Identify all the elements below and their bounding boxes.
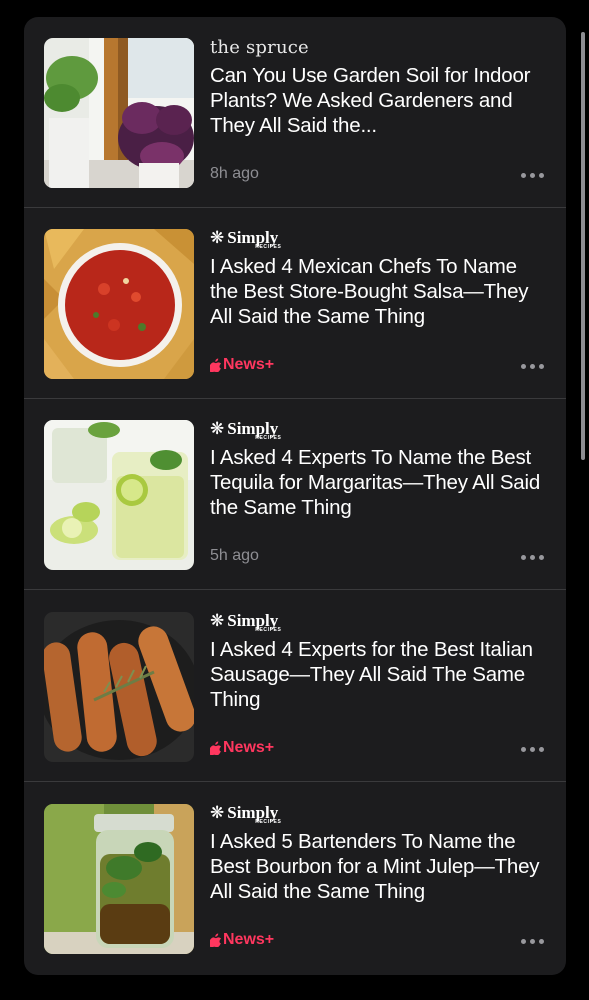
dot-icon bbox=[530, 364, 535, 369]
article-headline[interactable]: I Asked 4 Experts To Name the Best Tequi… bbox=[210, 445, 550, 520]
article-row[interactable]: ❋ Simply RECIPES I Asked 5 Bartenders To… bbox=[24, 783, 566, 974]
publisher-logo: ❋ Simply RECIPES bbox=[210, 226, 550, 250]
more-options-button[interactable] bbox=[521, 364, 544, 369]
more-options-button[interactable] bbox=[521, 173, 544, 178]
article-text: the spruce Can You Use Garden Soil for I… bbox=[210, 35, 550, 138]
publisher-subname: RECIPES bbox=[255, 244, 282, 250]
article-headline[interactable]: Can You Use Garden Soil for Indoor Plant… bbox=[210, 63, 550, 138]
more-options-button[interactable] bbox=[521, 939, 544, 944]
article-text: ❋ Simply RECIPES I Asked 4 Experts To Na… bbox=[210, 417, 550, 520]
dot-icon bbox=[539, 364, 544, 369]
more-options-button[interactable] bbox=[521, 555, 544, 560]
dot-icon bbox=[539, 555, 544, 560]
publisher-subname: RECIPES bbox=[255, 627, 282, 633]
dot-icon bbox=[521, 364, 526, 369]
article-headline[interactable]: I Asked 4 Experts for the Best Italian S… bbox=[210, 637, 550, 712]
simply-flower-icon: ❋ bbox=[210, 611, 225, 631]
dot-icon bbox=[539, 747, 544, 752]
article-row[interactable]: the spruce Can You Use Garden Soil for I… bbox=[24, 17, 566, 208]
dot-icon bbox=[530, 555, 535, 560]
news-plus-label: News+ bbox=[223, 356, 275, 373]
dot-icon bbox=[530, 939, 535, 944]
scrollbar[interactable] bbox=[581, 32, 585, 460]
article-row[interactable]: ❋ Simply RECIPES I Asked 4 Mexican Chefs… bbox=[24, 208, 566, 399]
news-feed-card: the spruce Can You Use Garden Soil for I… bbox=[24, 17, 566, 975]
apple-icon bbox=[210, 933, 222, 947]
simply-flower-icon: ❋ bbox=[210, 803, 225, 823]
houseplants-window-image[interactable] bbox=[44, 38, 194, 188]
apple-icon bbox=[210, 741, 222, 755]
article-timestamp: 5h ago bbox=[210, 547, 259, 564]
publisher-subname: RECIPES bbox=[255, 435, 282, 441]
news-plus-badge: News+ bbox=[210, 356, 274, 374]
article-timestamp: 8h ago bbox=[210, 165, 259, 182]
article-text: ❋ Simply RECIPES I Asked 5 Bartenders To… bbox=[210, 801, 550, 904]
dot-icon bbox=[530, 173, 535, 178]
margarita-glass-image[interactable] bbox=[44, 420, 194, 570]
publisher-subname: RECIPES bbox=[255, 819, 282, 825]
article-text: ❋ Simply RECIPES I Asked 4 Experts for t… bbox=[210, 609, 550, 712]
article-headline[interactable]: I Asked 5 Bartenders To Name the Best Bo… bbox=[210, 829, 550, 904]
news-plus-label: News+ bbox=[223, 931, 275, 948]
dot-icon bbox=[521, 555, 526, 560]
sausage-pan-image[interactable] bbox=[44, 612, 194, 762]
divider bbox=[24, 589, 566, 590]
news-plus-badge: News+ bbox=[210, 739, 274, 757]
publisher-logo: ❋ Simply RECIPES bbox=[210, 801, 550, 825]
dot-icon bbox=[521, 939, 526, 944]
salsa-bowl-image[interactable] bbox=[44, 229, 194, 379]
apple-icon bbox=[210, 358, 222, 372]
dot-icon bbox=[521, 173, 526, 178]
article-text: ❋ Simply RECIPES I Asked 4 Mexican Chefs… bbox=[210, 226, 550, 329]
dot-icon bbox=[539, 173, 544, 178]
publisher-logo: ❋ Simply RECIPES bbox=[210, 609, 550, 633]
article-row[interactable]: ❋ Simply RECIPES I Asked 4 Experts for t… bbox=[24, 591, 566, 782]
simply-flower-icon: ❋ bbox=[210, 419, 225, 439]
news-plus-label: News+ bbox=[223, 739, 275, 756]
publisher-logo: the spruce bbox=[210, 35, 550, 59]
dot-icon bbox=[539, 939, 544, 944]
article-row[interactable]: ❋ Simply RECIPES I Asked 4 Experts To Na… bbox=[24, 399, 566, 590]
more-options-button[interactable] bbox=[521, 747, 544, 752]
publisher-logo: ❋ Simply RECIPES bbox=[210, 417, 550, 441]
simply-flower-icon: ❋ bbox=[210, 228, 225, 248]
dot-icon bbox=[521, 747, 526, 752]
article-headline[interactable]: I Asked 4 Mexican Chefs To Name the Best… bbox=[210, 254, 550, 329]
dot-icon bbox=[530, 747, 535, 752]
news-plus-badge: News+ bbox=[210, 931, 274, 949]
publisher-name: the spruce bbox=[210, 36, 309, 58]
mint-julep-image[interactable] bbox=[44, 804, 194, 954]
divider bbox=[24, 781, 566, 782]
